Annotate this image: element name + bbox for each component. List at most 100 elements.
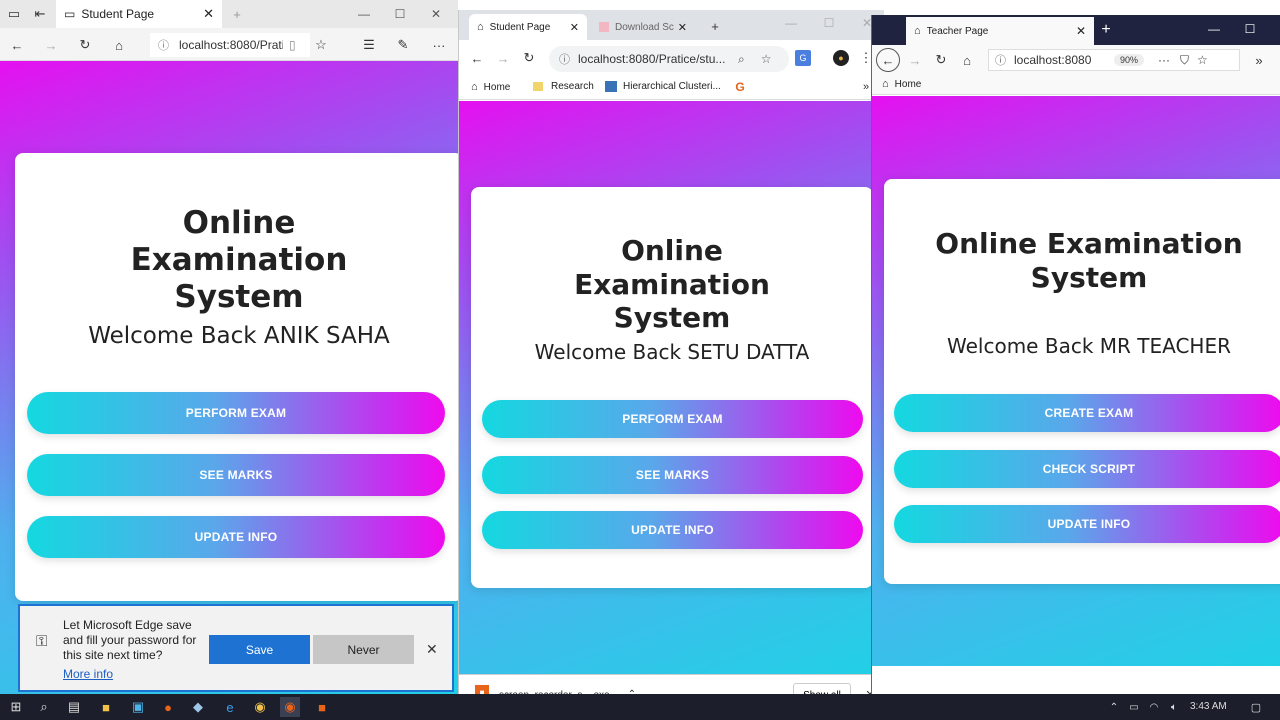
refresh-icon[interactable]: ↻ bbox=[521, 50, 537, 66]
back-icon[interactable]: ← bbox=[876, 48, 900, 72]
firefox-icon[interactable]: ◉ bbox=[280, 697, 300, 717]
back-icon[interactable]: ← bbox=[469, 50, 485, 66]
notification-icon[interactable]: ▢ bbox=[1246, 697, 1266, 717]
overflow-chevron-icon[interactable]: » bbox=[1250, 51, 1268, 69]
chrome-page-content: Online Examination System Welcome Back S… bbox=[459, 101, 884, 674]
app-icon[interactable]: ◆ bbox=[188, 697, 208, 717]
minimize-icon[interactable]: — bbox=[354, 6, 374, 22]
close-icon[interactable]: ✕ bbox=[1076, 24, 1086, 38]
minimize-icon[interactable]: — bbox=[783, 16, 799, 30]
favorite-star-icon[interactable]: ☆ bbox=[312, 36, 330, 54]
volume-icon[interactable]: 🔈︎ bbox=[1164, 697, 1184, 717]
close-icon[interactable]: ✕ bbox=[570, 21, 579, 34]
more-info-link[interactable]: More info bbox=[63, 667, 113, 681]
pen-icon[interactable]: ✎ bbox=[394, 36, 412, 54]
chrome-tab-student[interactable]: ⌂ Student Page ✕ bbox=[469, 14, 587, 40]
never-button[interactable]: Never bbox=[313, 635, 414, 664]
translate-icon[interactable]: G bbox=[795, 50, 811, 66]
bookmark-home[interactable]: ⌂ Home bbox=[882, 78, 921, 90]
key-icon: ⚿ bbox=[36, 633, 48, 650]
chevron-up-icon[interactable]: ⌃ bbox=[1104, 697, 1124, 717]
update-info-button[interactable]: UPDATE INFO bbox=[27, 516, 445, 558]
set-tabs-aside-icon[interactable]: ⇤ bbox=[32, 6, 48, 22]
address-bar[interactable]: ⓘ localhost:8080/Pratice/stu... ⌕ ☆ bbox=[549, 46, 789, 72]
refresh-icon[interactable]: ↻ bbox=[932, 51, 950, 69]
edge-tab-student[interactable]: ▭ Student Page ✕ bbox=[56, 0, 222, 28]
new-tab-icon[interactable]: + bbox=[1098, 21, 1114, 39]
maximize-icon[interactable]: ☐ bbox=[821, 16, 837, 30]
new-tab-icon[interactable]: + bbox=[228, 6, 246, 22]
new-tab-icon[interactable]: + bbox=[707, 18, 723, 34]
forward-icon[interactable]: → bbox=[906, 51, 924, 69]
home-icon[interactable]: ⌂ bbox=[958, 51, 976, 69]
reading-view-icon[interactable]: ▯ bbox=[289, 38, 296, 52]
edge-icon[interactable]: e bbox=[220, 697, 240, 717]
bookmark-home[interactable]: ⌂ Home bbox=[471, 81, 510, 93]
welcome-text: Welcome Back MR TEACHER bbox=[947, 334, 1231, 358]
close-icon[interactable]: ✕ bbox=[678, 21, 687, 34]
maximize-icon[interactable]: ☐ bbox=[390, 6, 410, 22]
more-icon[interactable]: ··· bbox=[430, 36, 448, 54]
bookmark-hierarchical[interactable]: Hierarchical Clusteri... bbox=[605, 81, 721, 92]
update-info-button[interactable]: UPDATE INFO bbox=[482, 511, 863, 549]
favorite-star-icon[interactable]: ☆ bbox=[761, 52, 772, 66]
minimize-icon[interactable]: — bbox=[1206, 21, 1222, 37]
start-icon[interactable]: ⊞ bbox=[6, 697, 26, 717]
chrome-icon[interactable]: ◉ bbox=[250, 697, 270, 717]
save-button[interactable]: Save bbox=[209, 635, 310, 664]
close-window-icon[interactable]: ✕ bbox=[426, 6, 446, 22]
app-icon[interactable]: ● bbox=[158, 697, 178, 717]
perform-exam-button[interactable]: PERFORM EXAM bbox=[482, 400, 863, 438]
app-icon[interactable]: ▣ bbox=[128, 697, 148, 717]
more-icon[interactable]: ⋮ bbox=[860, 50, 873, 66]
favorites-hub-icon[interactable]: ☰ bbox=[360, 36, 378, 54]
chrome-tab-download[interactable]: Download Sc ✕ bbox=[591, 14, 695, 40]
maximize-icon[interactable]: ☐ bbox=[1242, 21, 1258, 37]
edge-page-content: Online Examination System Welcome Back A… bbox=[0, 61, 458, 694]
search-icon[interactable]: ⌕ bbox=[34, 697, 54, 717]
forward-icon[interactable]: → bbox=[495, 50, 511, 66]
wifi-icon[interactable]: ◠ bbox=[1144, 697, 1164, 717]
see-marks-button[interactable]: SEE MARKS bbox=[27, 454, 445, 496]
avatar[interactable]: ● bbox=[833, 50, 849, 66]
chrome-toolbar: ← → ↻ ⓘ localhost:8080/Pratice/stu... ⌕ … bbox=[459, 40, 884, 76]
bookmark-research[interactable]: Research bbox=[533, 81, 594, 92]
tab-title: Student Page bbox=[81, 7, 155, 21]
back-icon[interactable]: ← bbox=[8, 36, 26, 54]
address-bar[interactable]: ⓘ localhost:8080 90% ··· ⛉ ☆ bbox=[988, 49, 1240, 71]
info-icon: ⓘ bbox=[995, 55, 1006, 67]
more-icon[interactable]: ··· bbox=[1158, 53, 1170, 67]
pocket-icon[interactable]: ⛉ bbox=[1180, 53, 1189, 68]
recorder-icon[interactable]: ■ bbox=[312, 697, 332, 717]
zoom-badge[interactable]: 90% bbox=[1114, 54, 1145, 66]
update-info-button[interactable]: UPDATE INFO bbox=[894, 505, 1280, 543]
clock-time[interactable]: 3:43 AM bbox=[1190, 701, 1227, 712]
firefox-tab-teacher[interactable]: ⌂ Teacher Page ✕ bbox=[906, 17, 1094, 45]
favorite-star-icon[interactable]: ☆ bbox=[1197, 53, 1208, 67]
battery-icon[interactable]: ▭ bbox=[1124, 697, 1144, 717]
tab-list-icon[interactable]: ▭ bbox=[6, 6, 22, 22]
info-icon: ⓘ bbox=[158, 40, 169, 52]
bookmark-label: Home bbox=[894, 78, 922, 90]
file-explorer-icon[interactable]: ■ bbox=[96, 697, 116, 717]
create-exam-button[interactable]: CREATE EXAM bbox=[894, 394, 1280, 432]
g-favicon-icon[interactable]: G bbox=[733, 80, 747, 94]
dashboard-card: Online Examination System Welcome Back A… bbox=[15, 153, 458, 601]
check-script-button[interactable]: CHECK SCRIPT bbox=[894, 450, 1280, 488]
dashboard-card: Online Examination System Welcome Back M… bbox=[884, 179, 1280, 584]
tab-title: Student Page bbox=[489, 21, 551, 33]
address-bar[interactable]: ⓘ localhost:8080/Pratic ▯ bbox=[150, 33, 310, 57]
task-view-icon[interactable]: ▤ bbox=[64, 697, 84, 717]
refresh-icon[interactable]: ↻ bbox=[76, 36, 94, 54]
search-icon[interactable]: ⌕ bbox=[738, 52, 745, 67]
tab-title: Teacher Page bbox=[926, 25, 989, 37]
close-icon[interactable]: ✕ bbox=[203, 6, 214, 22]
site-favicon-icon bbox=[605, 81, 617, 92]
see-marks-button[interactable]: SEE MARKS bbox=[482, 456, 863, 494]
info-icon: ⓘ bbox=[559, 54, 570, 66]
close-icon[interactable]: ✕ bbox=[426, 641, 438, 658]
url-text: localhost:8080 bbox=[1014, 53, 1092, 67]
home-icon[interactable]: ⌂ bbox=[110, 36, 128, 54]
forward-icon[interactable]: → bbox=[42, 36, 60, 54]
perform-exam-button[interactable]: PERFORM EXAM bbox=[27, 392, 445, 434]
